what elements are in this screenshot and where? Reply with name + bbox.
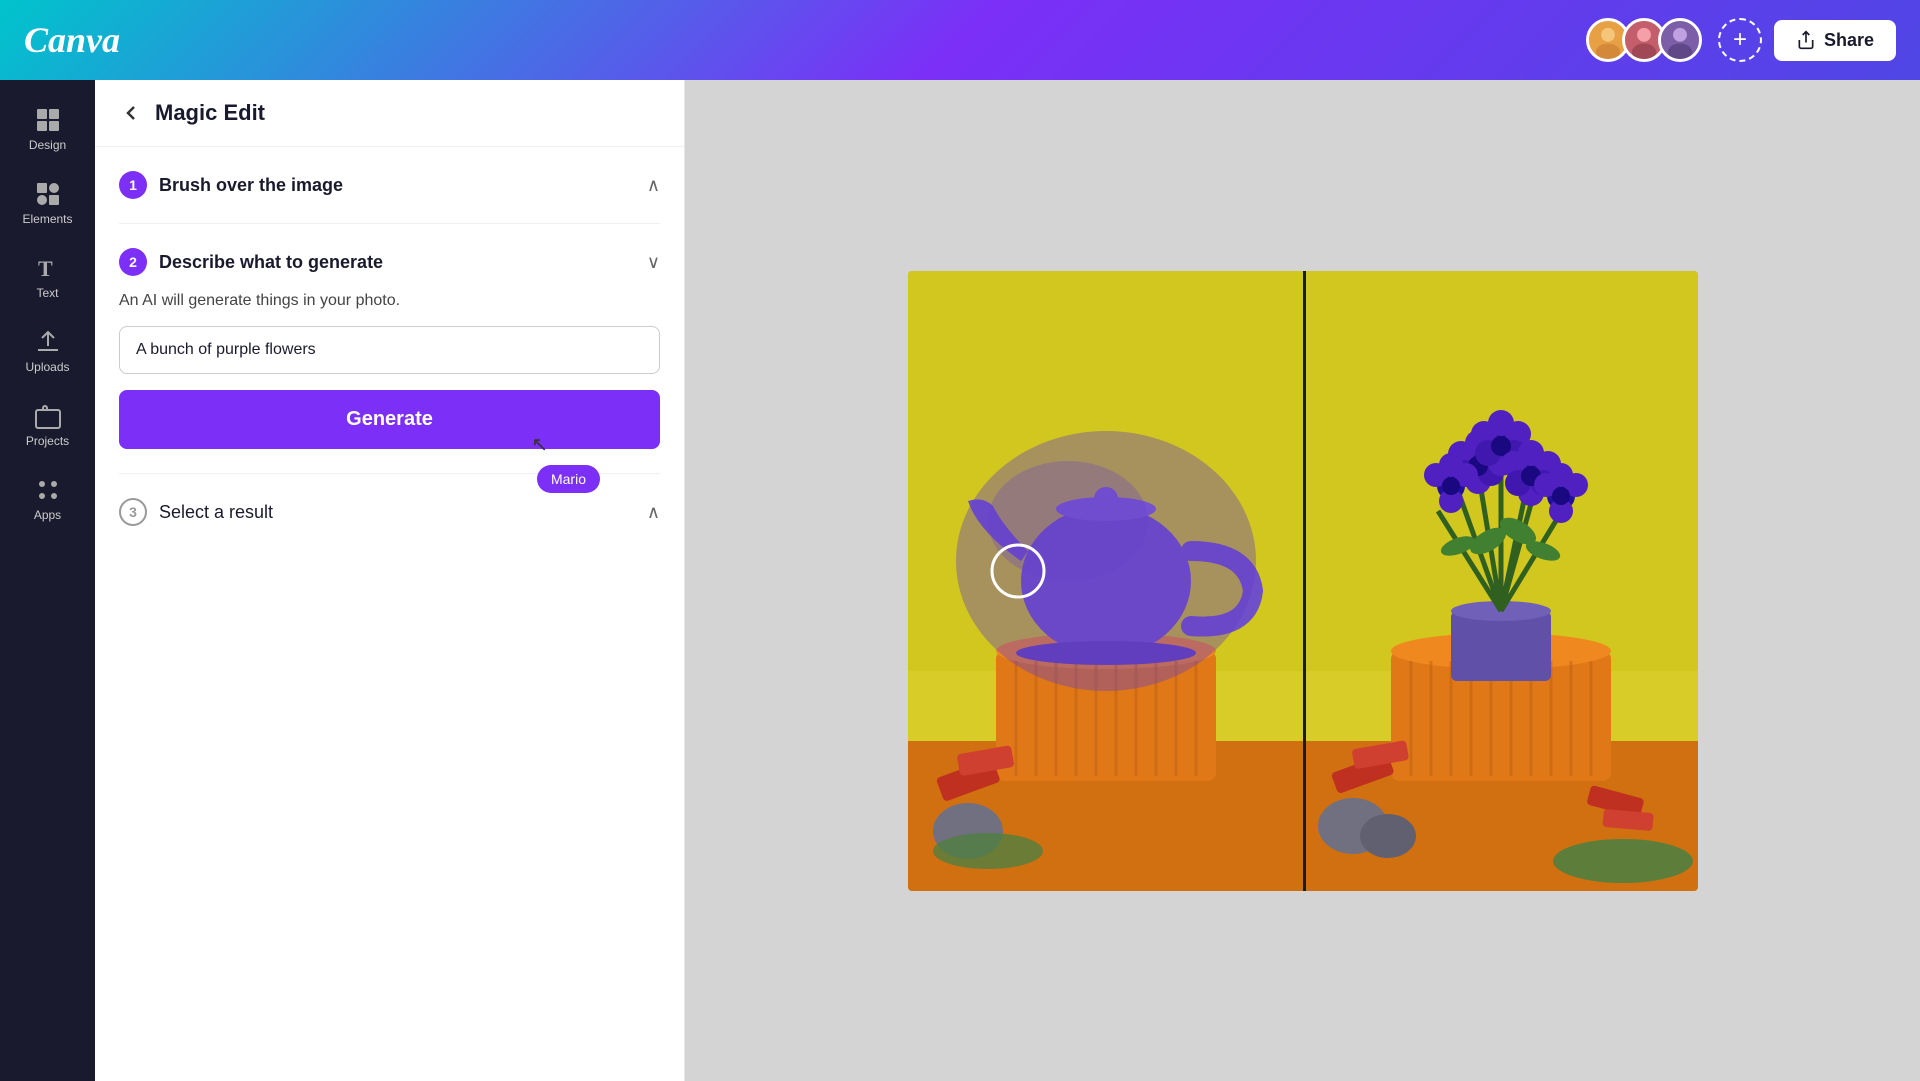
comparison-divider xyxy=(1303,271,1306,891)
uploads-icon xyxy=(34,328,62,356)
design-label: Design xyxy=(29,138,66,152)
step-1-number: 1 xyxy=(119,171,147,199)
left-navigation: Design Elements T Text Uploads Projects xyxy=(0,80,95,1081)
back-icon xyxy=(119,101,143,125)
add-collaborator-button[interactable]: + xyxy=(1718,18,1762,62)
uploads-label: Uploads xyxy=(25,360,69,374)
step-2-header[interactable]: 2 Describe what to generate ∨ xyxy=(119,248,660,276)
text-label: Text xyxy=(36,286,58,300)
panel-header: Magic Edit xyxy=(95,80,684,147)
header: Canva + Share xyxy=(0,0,1920,80)
image-left-side xyxy=(908,271,1303,891)
step-2-chevron: ∨ xyxy=(647,252,660,273)
panel-content: 1 Brush over the image ∧ 2 Describe what… xyxy=(95,147,684,1081)
step-2-description: An AI will generate things in your photo… xyxy=(119,292,660,310)
step-2-title: Describe what to generate xyxy=(159,252,383,273)
main-area: Design Elements T Text Uploads Projects xyxy=(0,80,1920,1081)
share-label: Share xyxy=(1824,30,1874,51)
sidebar-item-elements[interactable]: Elements xyxy=(8,170,88,236)
sidebar-item-apps[interactable]: Apps xyxy=(8,466,88,532)
user-tooltip: Mario xyxy=(537,465,600,493)
elements-icon xyxy=(34,180,62,208)
avatar-3 xyxy=(1658,18,1702,62)
step-3-container: 3 Select a result ∧ xyxy=(119,498,660,550)
projects-label: Projects xyxy=(26,434,69,448)
step-1-chevron: ∧ xyxy=(647,175,660,196)
step-1-header[interactable]: 1 Brush over the image ∧ xyxy=(119,171,660,199)
sidebar-item-projects[interactable]: Projects xyxy=(8,392,88,458)
sidebar-item-uploads[interactable]: Uploads xyxy=(8,318,88,384)
back-button[interactable] xyxy=(119,101,143,125)
step-3-title: Select a result xyxy=(159,502,273,523)
prompt-input[interactable] xyxy=(119,326,660,374)
step-3-chevron: ∧ xyxy=(647,502,660,523)
svg-text:T: T xyxy=(38,256,53,281)
step-3-header[interactable]: 3 Select a result ∧ xyxy=(119,498,660,526)
panel-title: Magic Edit xyxy=(155,100,265,126)
apps-icon xyxy=(34,476,62,504)
image-preview xyxy=(908,271,1698,891)
generate-button[interactable]: Generate xyxy=(119,390,660,449)
step-1-header-left: 1 Brush over the image xyxy=(119,171,343,199)
step-2-number: 2 xyxy=(119,248,147,276)
elements-label: Elements xyxy=(22,212,72,226)
step-1-title: Brush over the image xyxy=(159,175,343,196)
image-right-side xyxy=(1303,271,1698,891)
step-3-number: 3 xyxy=(119,498,147,526)
step-1-container: 1 Brush over the image ∧ xyxy=(119,171,660,224)
step-2-header-left: 2 Describe what to generate xyxy=(119,248,383,276)
canva-logo: Canva xyxy=(24,19,120,61)
design-icon xyxy=(34,106,62,134)
header-right: + Share xyxy=(1586,18,1896,62)
sidebar-item-design[interactable]: Design xyxy=(8,96,88,162)
generate-btn-wrapper: Generate ↖ Mario xyxy=(119,390,660,449)
share-icon xyxy=(1796,30,1816,50)
collaborator-avatars xyxy=(1586,18,1702,62)
projects-icon xyxy=(34,402,62,430)
step-3-header-left: 3 Select a result xyxy=(119,498,273,526)
left-scene-svg xyxy=(908,271,1303,891)
share-button[interactable]: Share xyxy=(1774,20,1896,61)
apps-label: Apps xyxy=(34,508,61,522)
canvas-area[interactable] xyxy=(685,80,1920,1081)
sidebar-item-text[interactable]: T Text xyxy=(8,244,88,310)
right-scene-svg xyxy=(1303,271,1698,891)
step-2-body: An AI will generate things in your photo… xyxy=(119,292,660,449)
magic-edit-panel: Magic Edit 1 Brush over the image ∧ xyxy=(95,80,685,1081)
text-icon: T xyxy=(34,254,62,282)
step-2-container: 2 Describe what to generate ∨ An AI will… xyxy=(119,248,660,474)
